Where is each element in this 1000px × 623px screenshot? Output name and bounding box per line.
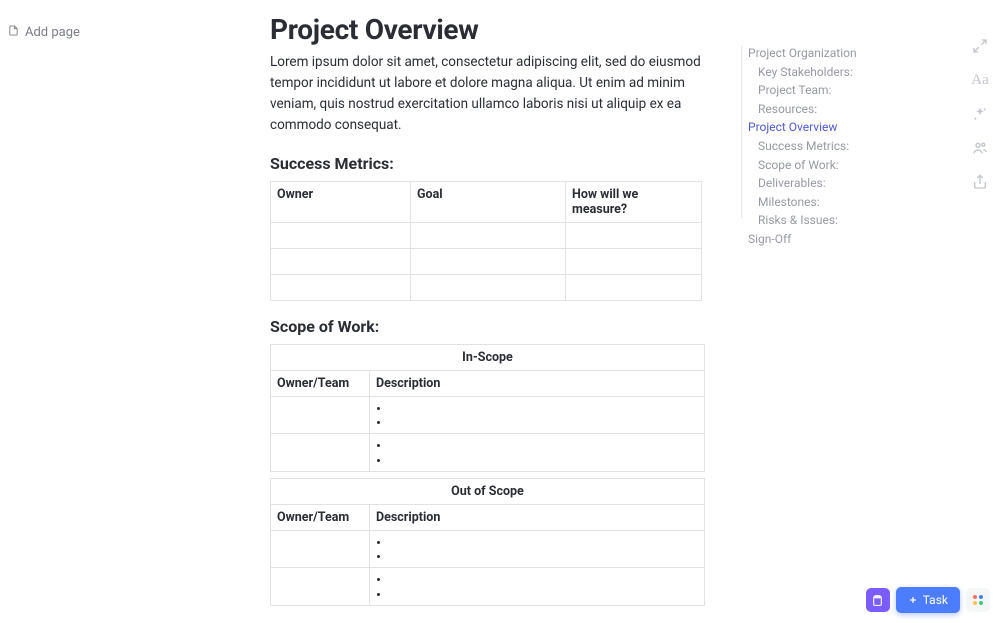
outline-item[interactable]: Scope of Work: xyxy=(748,156,858,175)
col-description[interactable]: Description xyxy=(370,504,705,530)
table-row: Out of Scope xyxy=(271,478,705,504)
in-scope-title[interactable]: In-Scope xyxy=(271,344,705,370)
document-outline: Project OrganizationKey Stakeholders:Pro… xyxy=(748,44,858,249)
add-page-button[interactable]: Add page xyxy=(8,25,80,40)
outline-item[interactable]: Milestones: xyxy=(748,193,858,212)
outline-item[interactable]: Risks & Issues: xyxy=(748,211,858,230)
sparkle-icon[interactable] xyxy=(972,106,988,122)
col-owner[interactable]: Owner xyxy=(271,181,411,222)
outline-item[interactable]: Success Metrics: xyxy=(748,137,858,156)
col-measure[interactable]: How will we measure? xyxy=(566,181,702,222)
metrics-heading[interactable]: Success Metrics: xyxy=(270,154,740,173)
share-icon[interactable] xyxy=(972,174,988,190)
scope-heading[interactable]: Scope of Work: xyxy=(270,317,740,336)
col-owner-team[interactable]: Owner/Team xyxy=(271,370,370,396)
apps-icon xyxy=(973,595,983,605)
table-row: In-Scope xyxy=(271,344,705,370)
metrics-table[interactable]: Owner Goal How will we measure? xyxy=(270,181,702,301)
table-row xyxy=(271,434,705,472)
outline-item[interactable]: Deliverables: xyxy=(748,174,858,193)
right-toolbar: Aa xyxy=(960,0,1000,623)
intro-paragraph[interactable]: Lorem ipsum dolor sit amet, consectetur … xyxy=(270,52,710,136)
task-label: Task xyxy=(923,593,948,607)
table-row: Owner/TeamDescription xyxy=(271,370,705,396)
people-icon[interactable] xyxy=(972,140,988,156)
table-row xyxy=(271,568,705,606)
in-scope-table[interactable]: In-Scope Owner/TeamDescription xyxy=(270,344,705,472)
out-scope-table[interactable]: Out of Scope Owner/TeamDescription xyxy=(270,478,705,606)
task-button[interactable]: Task xyxy=(896,587,960,613)
out-scope-title[interactable]: Out of Scope xyxy=(271,478,705,504)
table-row xyxy=(271,530,705,568)
table-row xyxy=(271,248,702,274)
page-icon xyxy=(8,25,19,40)
clip-button[interactable] xyxy=(866,588,890,612)
outline-item[interactable]: Sign-Off xyxy=(748,230,858,249)
page-title[interactable]: Project Overview xyxy=(270,13,740,46)
outline-item[interactable]: Resources: xyxy=(748,100,858,119)
outline-item[interactable]: Project Overview xyxy=(748,118,858,137)
typography-icon[interactable]: Aa xyxy=(972,72,988,88)
outline-item[interactable]: Project Organization xyxy=(748,44,858,63)
col-description[interactable]: Description xyxy=(370,370,705,396)
col-goal[interactable]: Goal xyxy=(411,181,566,222)
apps-button[interactable] xyxy=(966,588,990,612)
table-row xyxy=(271,396,705,434)
outline-border xyxy=(741,46,742,218)
document-body[interactable]: Project Overview Lorem ipsum dolor sit a… xyxy=(270,0,740,623)
table-row xyxy=(271,222,702,248)
outline-item[interactable]: Key Stakeholders: xyxy=(748,63,858,82)
table-row: Owner Goal How will we measure? xyxy=(271,181,702,222)
table-row xyxy=(271,274,702,300)
add-page-label: Add page xyxy=(25,25,80,40)
col-owner-team[interactable]: Owner/Team xyxy=(271,504,370,530)
expand-icon[interactable] xyxy=(972,38,988,54)
outline-item[interactable]: Project Team: xyxy=(748,81,858,100)
table-row: Owner/TeamDescription xyxy=(271,504,705,530)
